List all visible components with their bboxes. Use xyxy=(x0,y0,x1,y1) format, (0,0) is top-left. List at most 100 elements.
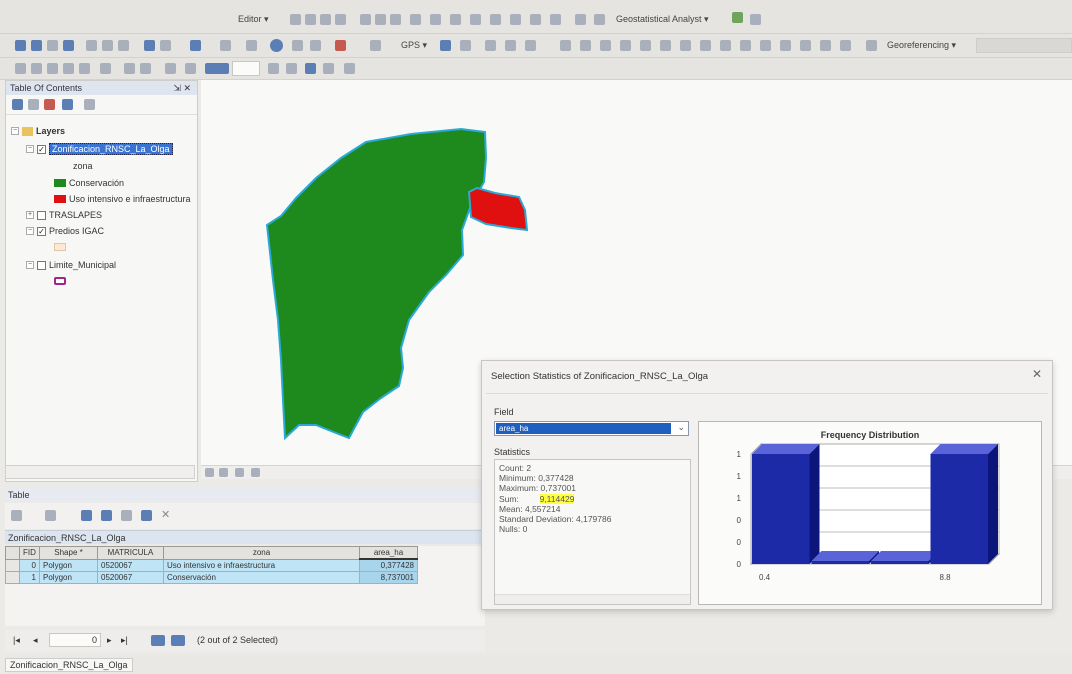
cell-zona[interactable]: Conservación xyxy=(163,570,360,584)
layer-visibility-checkbox[interactable]: ✓ xyxy=(37,226,46,236)
collapse-icon[interactable]: − xyxy=(11,127,19,135)
rotate-data-frame-icon[interactable] xyxy=(165,63,176,74)
previous-record-icon[interactable]: ◂ xyxy=(33,635,38,646)
georef-rotate-icon[interactable] xyxy=(580,40,591,51)
zoom-to-selected-icon[interactable] xyxy=(141,510,152,521)
polygon-conservacion[interactable] xyxy=(265,127,488,441)
gps-pan-icon[interactable] xyxy=(505,40,516,51)
table-options-icon[interactable] xyxy=(11,510,22,521)
collapse-icon[interactable]: − xyxy=(26,145,34,153)
cell-matricula[interactable]: 0520067 xyxy=(97,570,164,584)
select-elements-icon[interactable] xyxy=(246,40,257,51)
cell-shape[interactable]: Polygon xyxy=(39,558,98,572)
statistics-scrollbar[interactable] xyxy=(495,594,690,604)
edit-tool-icon[interactable] xyxy=(290,14,301,25)
refresh-icon[interactable] xyxy=(235,468,244,477)
merge-icon[interactable] xyxy=(550,14,561,25)
switch-selection-icon[interactable] xyxy=(101,510,112,521)
layer-predios-igac[interactable]: − ✓ Predios IGAC xyxy=(26,226,104,236)
buffer-icon[interactable] xyxy=(530,14,541,25)
georef-viewer-icon[interactable] xyxy=(700,40,711,51)
georef-control-points-icon[interactable] xyxy=(660,40,671,51)
rotate-icon[interactable] xyxy=(360,14,371,25)
cell-fid[interactable]: 1 xyxy=(19,570,40,584)
toolbar-dropdown-icon[interactable] xyxy=(344,63,355,74)
editor-menu[interactable]: Editor ▾ xyxy=(238,14,269,25)
trace-icon[interactable] xyxy=(470,14,481,25)
row-selector[interactable] xyxy=(5,558,20,572)
georef-layer-select[interactable] xyxy=(976,38,1072,53)
clear-rotation-icon[interactable] xyxy=(185,63,196,74)
related-tables-icon[interactable] xyxy=(45,510,56,521)
field-selected-value[interactable]: area_ha xyxy=(496,423,671,434)
identify-icon[interactable] xyxy=(270,39,283,52)
georef-shift-icon[interactable] xyxy=(600,40,611,51)
layer-visibility-checkbox[interactable] xyxy=(37,260,46,270)
layout-zoom-out-icon[interactable] xyxy=(47,63,58,74)
georef-auto-icon[interactable] xyxy=(800,40,811,51)
show-all-records-icon[interactable] xyxy=(151,635,165,646)
cell-matricula[interactable]: 0520067 xyxy=(97,558,164,572)
table-tab[interactable]: Zonificacion_RNSC_La_Olga xyxy=(5,658,133,672)
last-record-icon[interactable]: ▸| xyxy=(121,635,128,646)
select-features-icon[interactable] xyxy=(190,40,201,51)
georeferencing-menu[interactable]: Georeferencing ▾ xyxy=(887,40,956,51)
clear-selection-icon[interactable] xyxy=(220,40,231,51)
draw-rectangle-icon[interactable] xyxy=(124,63,135,74)
zoom-out-icon[interactable] xyxy=(31,40,42,51)
layer-limite-municipal[interactable]: − Limite_Municipal xyxy=(26,260,116,270)
gps-menu[interactable]: GPS ▾ xyxy=(401,40,427,51)
toc-horizontal-scrollbar[interactable] xyxy=(5,465,195,479)
layer-name[interactable]: TRASLAPES xyxy=(49,210,102,220)
python-icon[interactable] xyxy=(305,63,316,74)
layer-traslapes[interactable]: + TRASLAPES xyxy=(26,210,102,220)
geostatistical-analyst-menu[interactable]: Geostatistical Analyst ▾ xyxy=(616,14,709,25)
cell-zona[interactable]: Uso intensivo e infraestructura xyxy=(163,558,360,572)
forward-icon[interactable] xyxy=(160,40,171,51)
reshape-icon[interactable] xyxy=(450,14,461,25)
snapping-icon[interactable] xyxy=(15,63,26,74)
expand-icon[interactable]: + xyxy=(26,211,34,219)
collapse-icon[interactable]: − xyxy=(26,227,34,235)
legend-item-uso-intensivo[interactable]: Uso intensivo e infraestructura xyxy=(54,194,196,204)
create-features-icon[interactable] xyxy=(410,14,421,25)
clear-table-selection-icon[interactable] xyxy=(121,510,132,521)
georef-update-icon[interactable] xyxy=(720,40,731,51)
vertex-icon[interactable] xyxy=(320,14,331,25)
gps-position-icon[interactable] xyxy=(440,40,451,51)
geostat-dropdown-icon[interactable] xyxy=(750,14,761,25)
union-icon[interactable] xyxy=(490,14,501,25)
column-header-shape[interactable]: Shape * xyxy=(39,546,98,560)
georef-delete-icon[interactable] xyxy=(780,40,791,51)
collapse-icon[interactable]: − xyxy=(26,261,34,269)
measure-icon[interactable] xyxy=(335,40,346,51)
draw-tool-icon[interactable] xyxy=(286,63,297,74)
geostat-wizard-icon[interactable] xyxy=(732,12,743,23)
georef-rectify-icon[interactable] xyxy=(740,40,751,51)
cut-polygon-icon[interactable] xyxy=(430,14,441,25)
layer-visibility-checkbox[interactable]: ✓ xyxy=(37,144,46,154)
legend-item-conservacion[interactable]: Conservación xyxy=(54,178,124,188)
select-by-attributes-icon[interactable] xyxy=(81,510,92,521)
layer-name[interactable]: Zonificacion_RNSC_La_Olga xyxy=(49,143,173,155)
explode-icon[interactable] xyxy=(575,14,586,25)
find-icon[interactable] xyxy=(292,40,303,51)
column-header-zona[interactable]: zona xyxy=(163,546,360,560)
sketch-properties-icon[interactable] xyxy=(390,14,401,25)
gps-track-icon[interactable] xyxy=(485,40,496,51)
full-extent-icon[interactable] xyxy=(63,40,74,51)
georef-scale-icon[interactable] xyxy=(620,40,631,51)
delete-selected-icon[interactable]: ✕ xyxy=(161,508,170,521)
layer-zonificacion[interactable]: − ✓ Zonificacion_RNSC_La_Olga xyxy=(26,143,173,155)
layer-visibility-checkbox[interactable] xyxy=(37,210,46,220)
layer-name[interactable]: Predios IGAC xyxy=(49,226,104,236)
record-number-input[interactable]: 0 xyxy=(49,633,101,647)
sketch-icon[interactable] xyxy=(305,14,316,25)
zoom-in-icon[interactable] xyxy=(15,40,26,51)
zoom-to-selection-icon[interactable] xyxy=(118,40,129,51)
back-icon[interactable] xyxy=(144,40,155,51)
show-selected-records-icon[interactable] xyxy=(171,635,185,646)
cell-fid[interactable]: 0 xyxy=(19,558,40,572)
dropdown-icon[interactable] xyxy=(594,14,605,25)
layout-tool-icon[interactable] xyxy=(268,63,279,74)
